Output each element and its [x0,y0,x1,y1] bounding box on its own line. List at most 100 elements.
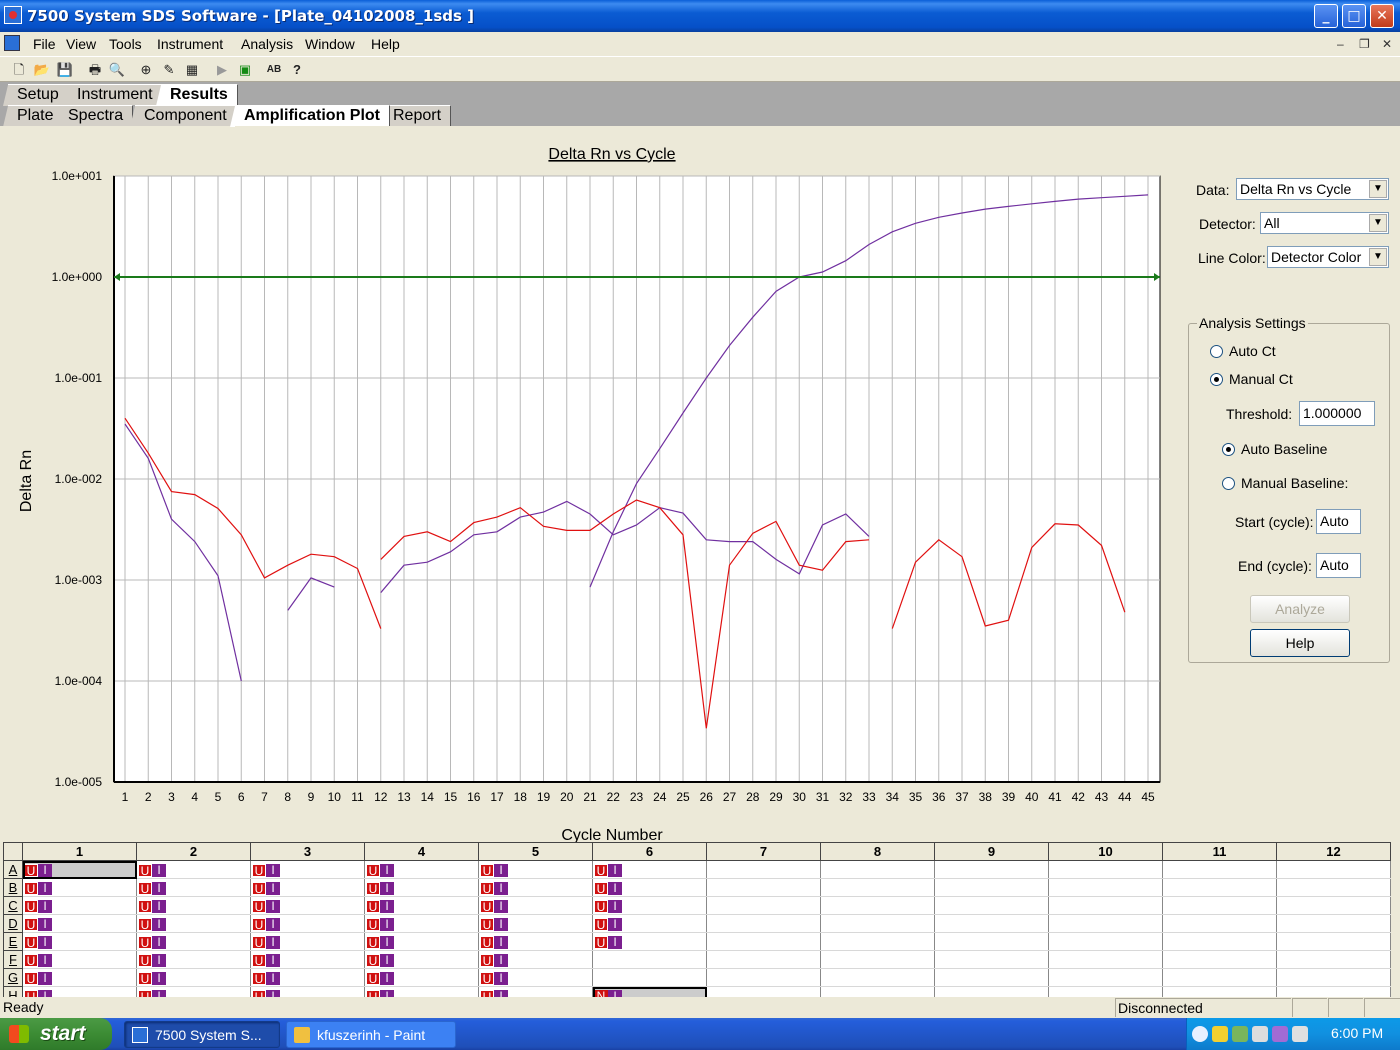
edit-icon[interactable]: ✎ [160,61,178,79]
plate-well[interactable]: UI [364,878,479,897]
plate-well[interactable] [1162,878,1277,897]
plate-well[interactable] [1276,914,1391,933]
plate-well[interactable] [934,914,1049,933]
plate-well[interactable] [820,950,935,969]
plate-well[interactable] [934,932,1049,951]
plate-well[interactable] [1048,860,1163,879]
plate-well[interactable]: UI [592,860,707,879]
plate-well[interactable]: UI [136,950,251,969]
new-file-icon[interactable]: 🗋 [10,61,28,79]
table-icon[interactable]: ▦ [183,61,201,79]
plate-well[interactable] [1276,896,1391,915]
plate-well[interactable]: UI [22,878,137,897]
document-icon[interactable] [4,35,20,51]
plate-column-header[interactable]: 12 [1276,842,1391,861]
plate-well[interactable]: UI [592,896,707,915]
plate-row-header[interactable]: C [3,896,23,915]
tab-results[interactable]: Results [156,84,238,106]
plate-row-header[interactable]: B [3,878,23,897]
menu-analysis[interactable]: Analysis [241,36,293,52]
chevron-left-icon[interactable] [1192,1026,1208,1042]
plate-well[interactable] [1048,932,1163,951]
tab-setup[interactable]: Setup [3,84,69,106]
print-preview-icon[interactable]: 🔍 [108,61,126,79]
plate-well[interactable] [820,932,935,951]
plate-well[interactable] [1162,914,1277,933]
abc-icon[interactable]: AB [265,61,283,79]
maximize-button[interactable]: □ [1342,4,1366,28]
plate-well[interactable] [1276,860,1391,879]
plate-row-header[interactable]: D [3,914,23,933]
plate-column-header[interactable]: 2 [136,842,251,861]
plate-well[interactable]: UI [364,914,479,933]
detector-select[interactable]: All ▼ [1260,212,1389,234]
plate-well[interactable] [706,914,821,933]
plate-well[interactable] [706,860,821,879]
help-icon[interactable]: ? [288,61,306,79]
plate-well[interactable]: UI [136,914,251,933]
usb-icon[interactable] [1252,1026,1268,1042]
amplification-plot[interactable]: Delta Rn vs Cycle Delta Rn Cycle Number … [3,126,1173,844]
plate-well[interactable]: UI [136,878,251,897]
plate-well[interactable] [1162,896,1277,915]
tab-instrument[interactable]: Instrument [63,84,163,106]
chevron-down-icon[interactable]: ▼ [1369,180,1387,198]
plate-well[interactable]: UI [136,896,251,915]
plate-well[interactable] [820,968,935,987]
plate-row-header[interactable]: E [3,932,23,951]
plate-well[interactable]: UI [22,914,137,933]
plate-well[interactable] [934,950,1049,969]
plate-well[interactable] [706,896,821,915]
shield-icon[interactable] [1212,1026,1228,1042]
plate-well[interactable] [1162,968,1277,987]
plate-well[interactable] [706,950,821,969]
plate-well[interactable]: UI [22,932,137,951]
plate-well[interactable] [820,896,935,915]
plate-well[interactable] [934,860,1049,879]
plate-well[interactable] [706,878,821,897]
plate-well[interactable]: UI [592,878,707,897]
plate-well[interactable] [1048,896,1163,915]
plate-well[interactable] [1048,968,1163,987]
plate-column-header[interactable]: 11 [1162,842,1277,861]
plate-well[interactable]: UI [22,968,137,987]
plate-well[interactable]: UI [250,914,365,933]
plate-column-header[interactable]: 7 [706,842,821,861]
manual-ct-label[interactable]: Manual Ct [1229,371,1293,387]
menu-instrument[interactable]: Instrument [157,36,223,52]
tray-app-icon[interactable] [1272,1026,1288,1042]
plate-well[interactable] [1162,932,1277,951]
plate-column-header[interactable]: 10 [1048,842,1163,861]
plate-well[interactable]: UI [478,932,593,951]
plate-well[interactable]: UI [478,896,593,915]
open-folder-icon[interactable]: 📂 [33,61,51,79]
plate-well[interactable]: UI [364,932,479,951]
menu-tools[interactable]: Tools [109,36,142,52]
tab-component[interactable]: Component [130,105,237,127]
plate-well[interactable] [934,896,1049,915]
plate-well[interactable]: UI [478,878,593,897]
analyze-button[interactable]: Analyze [1250,595,1350,623]
plate-well[interactable]: UI [250,896,365,915]
plate-well[interactable] [592,950,707,969]
plate-well[interactable]: UI [364,896,479,915]
task-paint[interactable]: kfuszerinh - Paint [286,1021,456,1048]
plate-well[interactable] [820,860,935,879]
plate-column-header[interactable]: 1 [22,842,137,861]
plate-well[interactable] [820,878,935,897]
plate-well[interactable]: UI [22,860,137,879]
menu-file[interactable]: File [33,36,56,52]
plate-well[interactable]: UI [136,968,251,987]
plate-well[interactable] [1162,950,1277,969]
auto-baseline-radio[interactable] [1222,443,1235,456]
zoom-icon[interactable]: ⊕ [137,61,155,79]
plate-column-header[interactable]: 3 [250,842,365,861]
menu-view[interactable]: View [66,36,96,52]
plate-well[interactable]: UI [136,932,251,951]
data-select[interactable]: Delta Rn vs Cycle ▼ [1236,178,1389,200]
plate-well[interactable]: UI [592,932,707,951]
plate-well[interactable] [1276,950,1391,969]
network-icon[interactable] [1232,1026,1248,1042]
close-button[interactable]: ✕ [1370,4,1394,28]
plate-well[interactable] [1048,914,1163,933]
